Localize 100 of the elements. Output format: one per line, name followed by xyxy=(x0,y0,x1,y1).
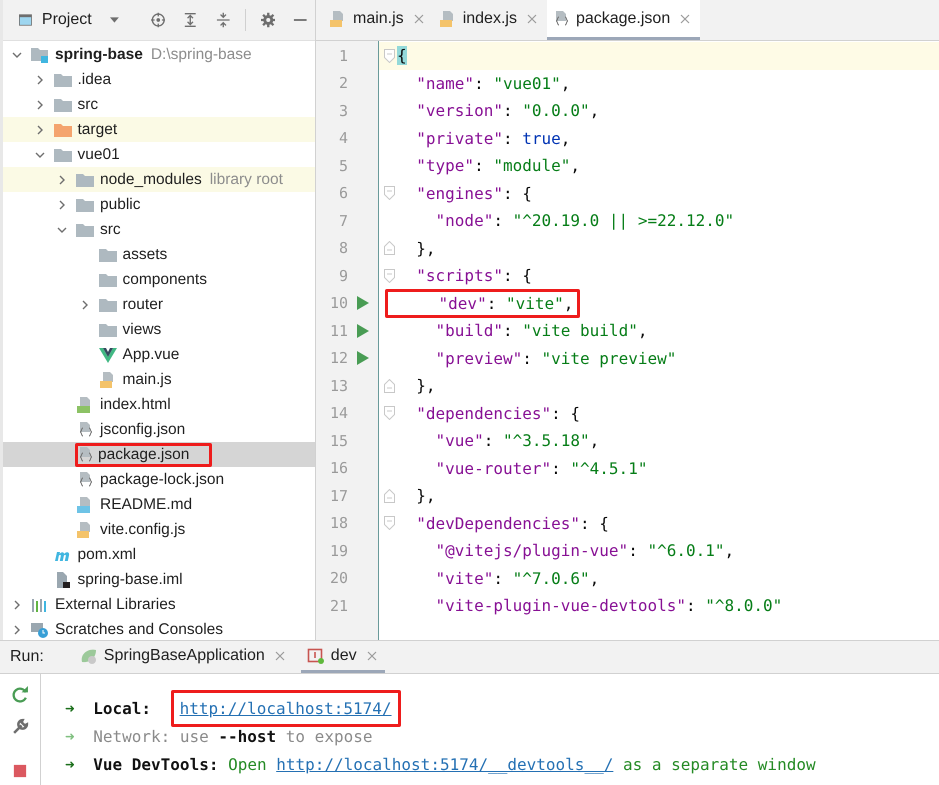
tree-item[interactable]: spring-base D:\spring-base xyxy=(3,42,315,67)
line-number: 18 xyxy=(328,514,348,532)
fold-marker-icon[interactable] xyxy=(384,268,394,283)
code-line: "name": "vue01", xyxy=(415,74,572,93)
close-icon[interactable] xyxy=(274,650,285,660)
wrench-icon[interactable] xyxy=(12,718,28,735)
code-line: "vite-plugin-vue-devtools": "^8.0.0" xyxy=(434,596,784,616)
code-line: "build": "vite build", xyxy=(434,321,648,340)
run-tab[interactable]: dev xyxy=(300,641,385,673)
code-line: "type": "module", xyxy=(415,156,582,176)
line-number: 10 xyxy=(328,294,348,312)
fold-marker-icon[interactable] xyxy=(384,241,394,256)
link[interactable]: http://localhost:5174/__devtools__/ xyxy=(276,754,614,774)
line-number: 13 xyxy=(328,376,348,395)
editor-tab[interactable]: main.js xyxy=(324,0,434,40)
editor-tab[interactable]: index.js xyxy=(434,0,547,40)
run-icon[interactable] xyxy=(357,351,369,366)
tree-item[interactable]: index.html xyxy=(3,392,315,417)
line-number: 2 xyxy=(338,74,348,92)
tree-item[interactable]: App.vue xyxy=(3,342,315,367)
tree-item[interactable]: node_modules library root xyxy=(3,167,315,192)
line-number: 6 xyxy=(338,184,348,202)
tree-item[interactable]: views xyxy=(3,317,315,342)
code-line: "preview": "vite preview" xyxy=(434,348,678,368)
tree-item[interactable]: public xyxy=(3,192,315,217)
run-icon[interactable] xyxy=(357,324,369,338)
line-number: 7 xyxy=(338,212,348,230)
panel-title[interactable]: Project xyxy=(42,11,92,29)
console-text: as a separate window xyxy=(622,754,816,774)
fold-marker-icon[interactable] xyxy=(384,378,394,393)
tree-item[interactable]: target xyxy=(3,117,315,142)
tree-item[interactable]: jsconfig.json xyxy=(3,417,315,442)
close-icon[interactable] xyxy=(366,650,377,660)
console-text: --host xyxy=(218,726,276,746)
code-line: "scripts": { xyxy=(415,266,533,286)
code-line: "engines": { xyxy=(415,184,533,203)
line-number: 5 xyxy=(338,156,348,175)
folder-icon xyxy=(76,222,94,238)
tree-item[interactable]: README.md xyxy=(3,492,315,517)
line-number: 8 xyxy=(338,239,348,258)
folder-icon xyxy=(54,72,72,88)
line-number: 3 xyxy=(338,102,348,120)
line-number: 21 xyxy=(328,596,348,615)
line-number: 14 xyxy=(328,404,348,422)
settings-icon[interactable] xyxy=(260,11,276,29)
run-tab[interactable]: SpringBaseApplication xyxy=(74,641,293,673)
tree-item[interactable]: package-lock.json xyxy=(3,467,315,492)
terminal-icon xyxy=(306,648,325,664)
tree-item[interactable]: src xyxy=(3,92,315,117)
fold-marker-icon[interactable] xyxy=(384,48,394,63)
fold-marker-icon[interactable] xyxy=(384,488,394,503)
line-number: 12 xyxy=(328,349,348,368)
close-icon[interactable] xyxy=(680,14,690,24)
fold-marker-icon[interactable] xyxy=(384,406,394,420)
code-line: "vue-router": "^4.5.1" xyxy=(434,458,648,478)
console-text: Vue DevTools: xyxy=(93,754,218,774)
tree-item[interactable]: pom.xml xyxy=(3,542,315,567)
expand-all-icon[interactable] xyxy=(183,11,198,29)
line-number: 11 xyxy=(328,322,348,340)
run-icon[interactable] xyxy=(357,296,369,310)
code-line: }, xyxy=(415,376,437,396)
folder-icon xyxy=(54,146,72,162)
console-text: to expose xyxy=(286,726,372,746)
close-icon[interactable] xyxy=(414,14,424,24)
line-number: 4 xyxy=(338,129,348,148)
arrow-glyph: ➜ xyxy=(65,726,75,746)
tree-item[interactable]: main.js xyxy=(3,367,315,392)
console-text: Local: xyxy=(93,698,152,718)
tree-item[interactable]: src xyxy=(3,217,315,242)
rerun-icon[interactable] xyxy=(12,686,28,703)
collapse-all-icon[interactable] xyxy=(216,11,230,29)
console-text: Open xyxy=(228,754,267,774)
code-line: }, xyxy=(415,238,437,258)
vue-logo-icon xyxy=(98,346,116,362)
fold-marker-icon[interactable] xyxy=(384,186,394,200)
tree-item[interactable]: vue01 xyxy=(3,142,315,167)
link[interactable]: http://localhost:5174/ xyxy=(170,690,401,726)
line-number: 20 xyxy=(328,569,348,588)
code-line: }, xyxy=(415,486,437,506)
tree-item[interactable]: router xyxy=(3,292,315,317)
libraries-icon xyxy=(31,596,49,612)
code-line: "dependencies": { xyxy=(415,404,582,423)
folder-icon xyxy=(98,322,116,338)
tree-item[interactable]: External Libraries xyxy=(3,592,315,617)
tree-item[interactable]: .idea xyxy=(3,67,315,92)
editor-tab[interactable]: package.json xyxy=(546,0,700,40)
tree-item[interactable]: spring-base.iml xyxy=(3,567,315,592)
tree-item[interactable]: vite.config.js xyxy=(3,517,315,542)
folder-icon xyxy=(54,122,72,138)
fold-marker-icon[interactable] xyxy=(384,516,394,530)
stop-icon[interactable] xyxy=(13,764,27,778)
folder-icon xyxy=(98,246,116,262)
tree-item[interactable]: package.json xyxy=(3,442,315,467)
tree-item[interactable]: components xyxy=(3,267,315,292)
dropdown-caret-icon[interactable] xyxy=(110,17,119,23)
close-icon[interactable] xyxy=(526,14,537,24)
locate-icon[interactable] xyxy=(150,11,166,29)
tree-item[interactable]: assets xyxy=(3,242,315,267)
tree-item[interactable]: Scratches and Consoles xyxy=(3,617,315,640)
arrow-glyph: ➜ xyxy=(65,754,75,774)
